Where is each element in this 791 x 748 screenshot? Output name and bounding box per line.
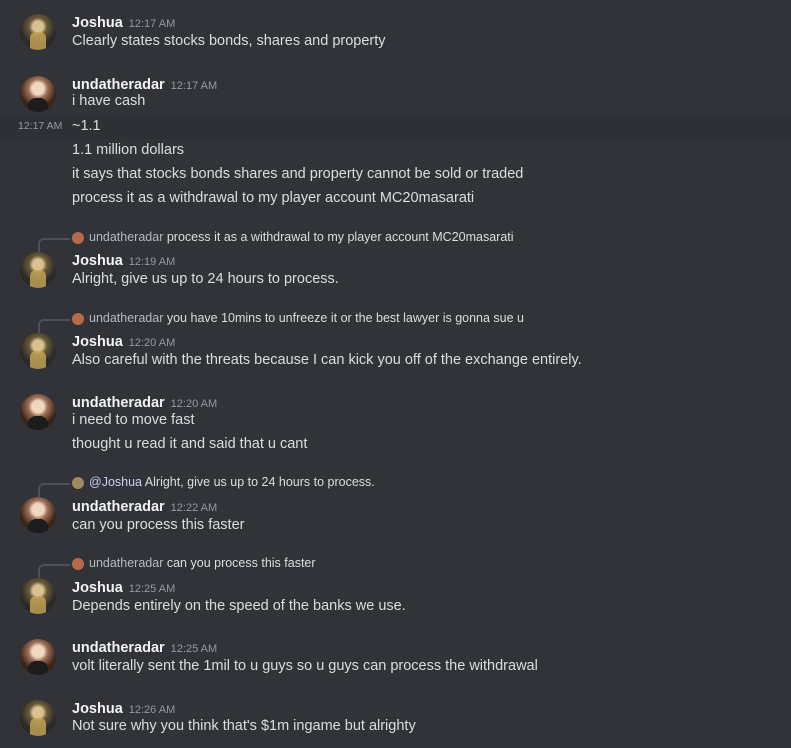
timestamp: 12:20 AM xyxy=(170,398,218,410)
message-header: Joshua 12:26 AM xyxy=(72,698,175,717)
message-text: Not sure why you think that's $1m ingame… xyxy=(72,718,416,734)
reply-connector xyxy=(38,238,70,252)
author-name[interactable]: Joshua xyxy=(72,15,123,31)
author-name[interactable]: Joshua xyxy=(72,334,123,350)
timestamp: 12:19 AM xyxy=(128,256,176,268)
message-header: Joshua 12:17 AM xyxy=(72,12,175,31)
timestamp: 12:17 AM xyxy=(128,18,176,30)
message-text: ~1.1 xyxy=(72,118,101,134)
reply-text: you have 10mins to unfreeze it or the be… xyxy=(166,311,525,325)
author-name[interactable]: Joshua xyxy=(72,253,123,269)
message-text: Depends entirely on the speed of the ban… xyxy=(72,598,406,614)
author-name[interactable]: undatheradar xyxy=(72,499,165,515)
timestamp: 12:25 AM xyxy=(170,643,218,655)
message-header: Joshua 12:25 AM xyxy=(72,577,175,596)
reply-author[interactable]: undatheradar xyxy=(89,556,163,570)
message-text: Clearly states stocks bonds, shares and … xyxy=(72,33,386,49)
hovered-message-row[interactable] xyxy=(0,115,791,139)
timestamp: 12:20 AM xyxy=(128,337,176,349)
reply-content: undatheradar can you process this faster xyxy=(89,556,316,570)
reply-content: undatheradar process it as a withdrawal … xyxy=(89,230,514,244)
reply-author[interactable]: @Joshua xyxy=(89,475,142,489)
message-header: Joshua 12:19 AM xyxy=(72,250,175,269)
message-text: Alright, give us up to 24 hours to proce… xyxy=(72,271,339,287)
author-name[interactable]: Joshua xyxy=(72,580,123,596)
author-name[interactable]: Joshua xyxy=(72,701,123,717)
avatar[interactable] xyxy=(20,14,56,50)
reply-text: can you process this faster xyxy=(166,556,316,570)
avatar[interactable] xyxy=(20,76,56,112)
author-name[interactable]: undatheradar xyxy=(72,395,165,411)
message-text: i have cash xyxy=(72,93,146,109)
message-header: undatheradar 12:17 AM xyxy=(72,74,217,93)
message-text: process it as a withdrawal to my player … xyxy=(72,190,475,206)
timestamp: 12:17 AM xyxy=(170,80,218,92)
reply-connector xyxy=(38,483,70,497)
message-header: Joshua 12:20 AM xyxy=(72,331,175,350)
avatar[interactable] xyxy=(20,252,56,288)
reply-avatar xyxy=(72,313,84,325)
reply-author[interactable]: undatheradar xyxy=(89,230,163,244)
reply-text: process it as a withdrawal to my player … xyxy=(166,230,514,244)
reply-avatar xyxy=(72,558,84,570)
message-header: undatheradar 12:22 AM xyxy=(72,496,217,515)
reply-connector xyxy=(38,564,70,578)
message-text: it says that stocks bonds shares and pro… xyxy=(72,166,524,182)
avatar[interactable] xyxy=(20,639,56,675)
message-text: can you process this faster xyxy=(72,517,245,533)
message-text: 1.1 million dollars xyxy=(72,142,185,158)
timestamp: 12:25 AM xyxy=(128,583,176,595)
reply-text: Alright, give us up to 24 hours to proce… xyxy=(144,475,375,489)
timestamp: 12:22 AM xyxy=(170,502,218,514)
message-header: undatheradar 12:25 AM xyxy=(72,637,217,656)
hover-timestamp: 12:17 AM xyxy=(18,120,63,132)
reply-author[interactable]: undatheradar xyxy=(89,311,163,325)
reply-avatar xyxy=(72,477,84,489)
message-text: thought u read it and said that u cant xyxy=(72,436,308,452)
message-header: undatheradar 12:20 AM xyxy=(72,392,217,411)
reply-content: undatheradar you have 10mins to unfreeze… xyxy=(89,311,524,325)
author-name[interactable]: undatheradar xyxy=(72,77,165,93)
timestamp: 12:26 AM xyxy=(128,704,176,716)
message-text: volt literally sent the 1mil to u guys s… xyxy=(72,658,538,674)
reply-connector xyxy=(38,319,70,333)
reply-content: @Joshua Alright, give us up to 24 hours … xyxy=(89,475,375,489)
avatar[interactable] xyxy=(20,394,56,430)
avatar[interactable] xyxy=(20,333,56,369)
message-text: i need to move fast xyxy=(72,412,195,428)
message-text: Also careful with the threats because I … xyxy=(72,352,582,368)
avatar[interactable] xyxy=(20,497,56,533)
author-name[interactable]: undatheradar xyxy=(72,640,165,656)
avatar[interactable] xyxy=(20,578,56,614)
reply-avatar xyxy=(72,232,84,244)
avatar[interactable] xyxy=(20,700,56,736)
